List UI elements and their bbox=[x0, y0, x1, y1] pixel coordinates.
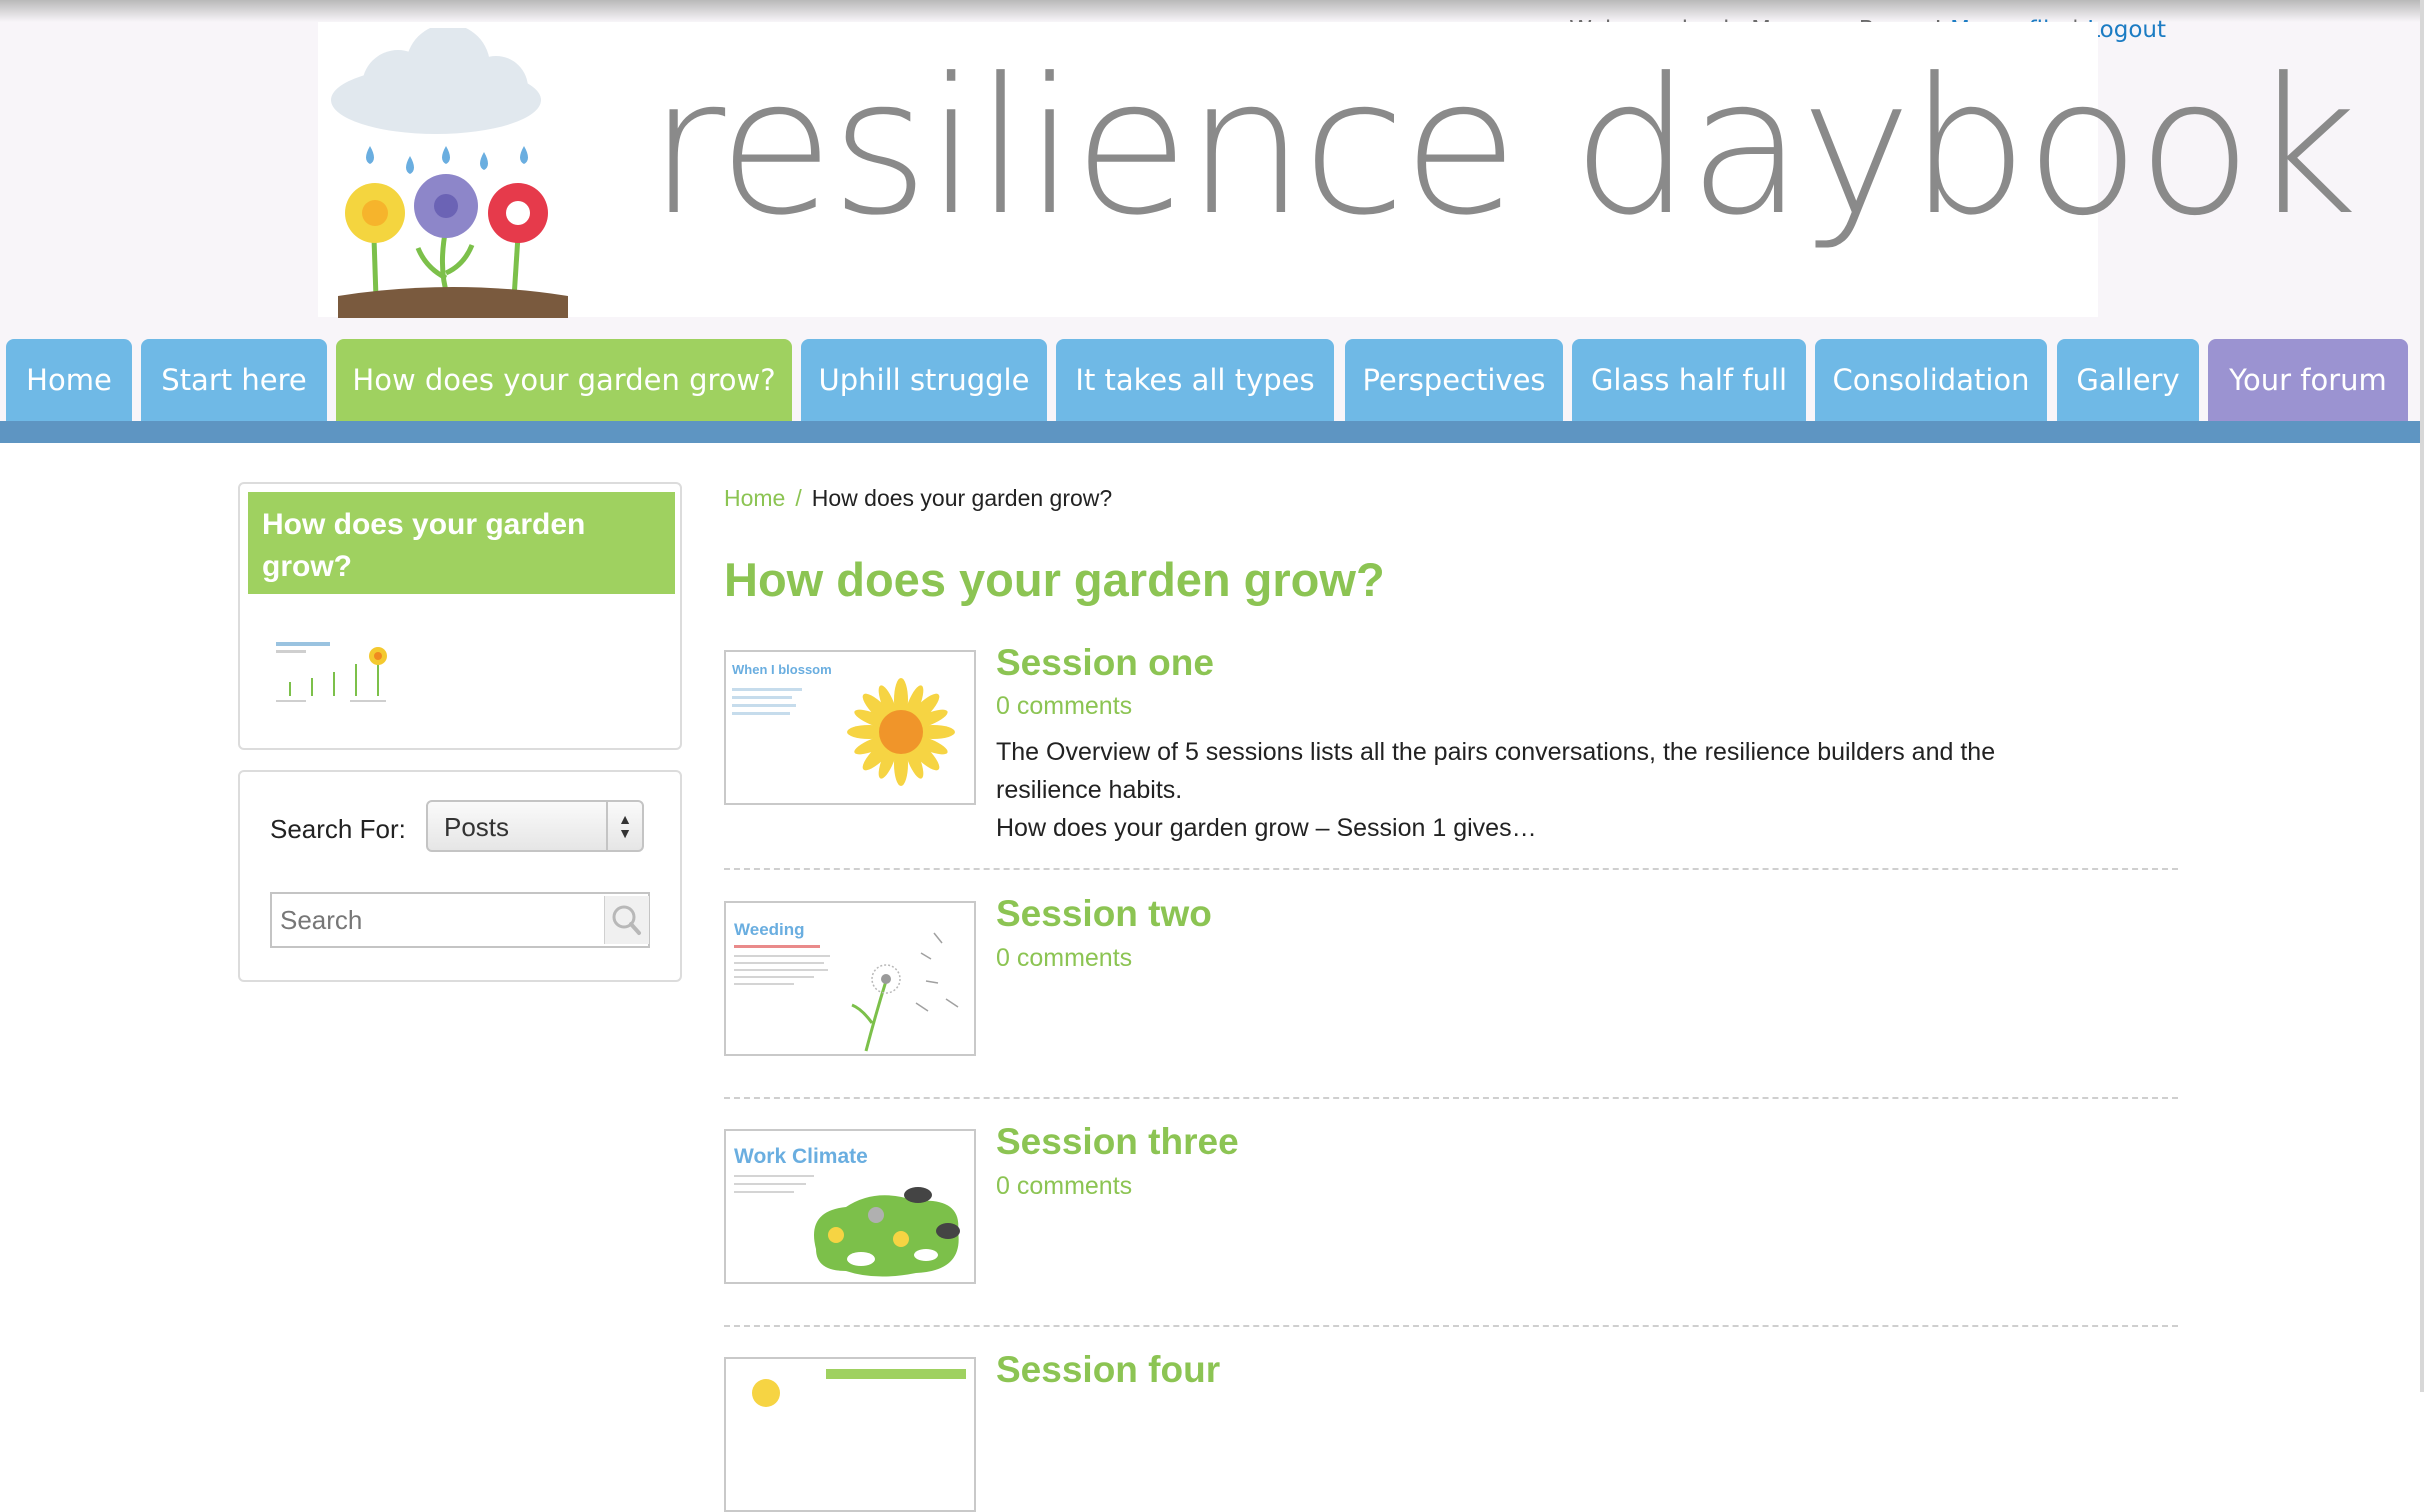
tab-start-here[interactable]: Start here bbox=[141, 339, 327, 421]
session-one-title[interactable]: Session one bbox=[996, 642, 1214, 684]
search-for-label: Search For: bbox=[270, 814, 406, 844]
session-one-excerpt: The Overview of 5 sessions lists all the… bbox=[996, 733, 2036, 847]
search-type-select[interactable]: Posts ▲ ▼ bbox=[426, 800, 644, 852]
sidebar-section-title[interactable]: How does your garden grow? bbox=[248, 492, 675, 594]
session-divider bbox=[724, 1097, 2178, 1099]
section-thumbnail[interactable] bbox=[270, 634, 402, 714]
site-banner[interactable]: resilience daybook bbox=[318, 22, 2358, 318]
tab-your-forum[interactable]: Your forum bbox=[2208, 339, 2408, 421]
search-input[interactable] bbox=[270, 892, 650, 948]
session-divider bbox=[724, 868, 2178, 870]
page-title: How does your garden grow? bbox=[724, 553, 1385, 606]
session-three-thumbnail[interactable]: Work Climate bbox=[724, 1129, 976, 1284]
select-arrows-icon: ▲ ▼ bbox=[606, 802, 642, 850]
sidebar-search-box: Search For: Posts ▲ ▼ bbox=[238, 770, 682, 982]
session-one-excerpt-line2: How does your garden grow – Session 1 gi… bbox=[996, 814, 1537, 842]
session-four-thumbnail[interactable] bbox=[724, 1357, 976, 1512]
breadcrumb-home-link[interactable]: Home bbox=[724, 485, 785, 511]
tab-gallery[interactable]: Gallery bbox=[2057, 339, 2199, 421]
session-two-thumbnail[interactable]: Weeding bbox=[724, 901, 976, 1056]
tab-consolidation[interactable]: Consolidation bbox=[1815, 339, 2047, 421]
session-three-title[interactable]: Session three bbox=[996, 1121, 1239, 1163]
tab-uphill-struggle[interactable]: Uphill struggle bbox=[801, 339, 1047, 421]
nav-underline-bar bbox=[0, 421, 2424, 443]
session-three-comments[interactable]: 0 comments bbox=[996, 1172, 1132, 1201]
tab-perspectives[interactable]: Perspectives bbox=[1345, 339, 1563, 421]
tab-home[interactable]: Home bbox=[6, 339, 132, 421]
tab-how-does-your-garden-grow[interactable]: How does your garden grow? bbox=[336, 339, 792, 421]
main-navigation: Home Start here How does your garden gro… bbox=[0, 339, 2424, 443]
search-icon bbox=[612, 905, 641, 935]
sunflower-icon: When I blossom bbox=[732, 662, 955, 786]
session-divider bbox=[724, 1325, 2178, 1327]
breadcrumb-separator: / bbox=[795, 485, 802, 511]
search-button[interactable] bbox=[604, 896, 649, 944]
dandelion-icon: Weeding bbox=[734, 920, 959, 1052]
session-two-comments[interactable]: 0 comments bbox=[996, 944, 1132, 973]
sidebar-section-box: How does your garden grow? bbox=[238, 482, 682, 750]
search-type-value: Posts bbox=[444, 812, 510, 842]
weather-icon: Work Climate bbox=[734, 1145, 960, 1277]
tab-it-takes-all-types[interactable]: It takes all types bbox=[1056, 339, 1334, 421]
session-one-thumbnail[interactable]: When I blossom bbox=[724, 650, 976, 805]
breadcrumb-current: How does your garden grow? bbox=[811, 485, 1113, 511]
tab-glass-half-full[interactable]: Glass half full bbox=[1572, 339, 1806, 421]
session-four-title[interactable]: Session four bbox=[996, 1349, 1220, 1391]
rain-cloud-flowers-icon bbox=[331, 28, 568, 318]
session-one-comments[interactable]: 0 comments bbox=[996, 692, 1132, 721]
thumb-title-text: Weeding bbox=[734, 920, 805, 939]
slide-icon bbox=[752, 1369, 966, 1407]
window-edge bbox=[2420, 0, 2424, 1392]
session-two-title[interactable]: Session two bbox=[996, 893, 1212, 935]
thumb-title-text: When I blossom bbox=[732, 662, 832, 677]
session-one-excerpt-line1: The Overview of 5 sessions lists all the… bbox=[996, 738, 1996, 804]
thumb-title-text: Work Climate bbox=[734, 1145, 868, 1168]
breadcrumb: Home / How does your garden grow? bbox=[724, 485, 1112, 512]
site-logo-text: resilience daybook bbox=[648, 38, 2358, 257]
